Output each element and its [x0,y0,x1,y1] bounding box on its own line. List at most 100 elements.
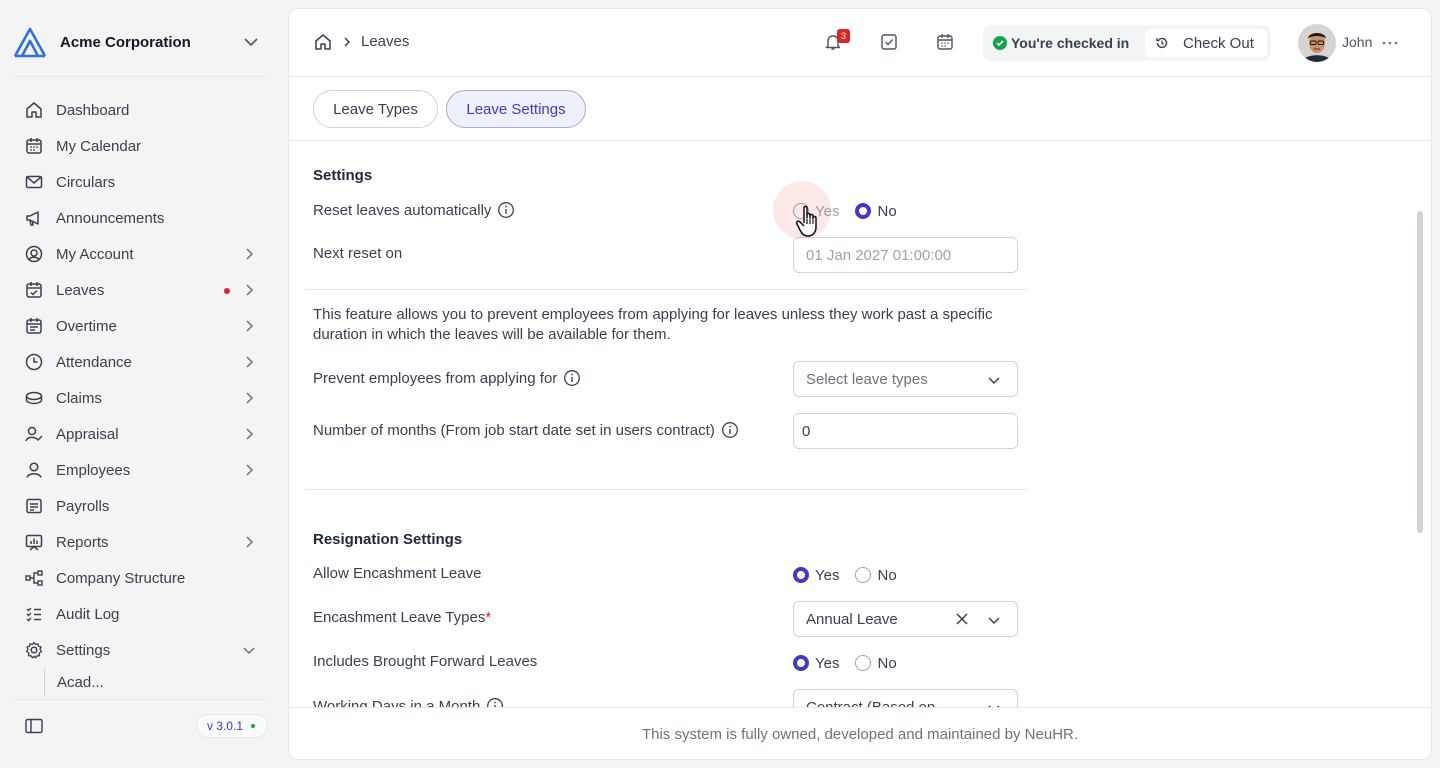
radio-circle[interactable] [855,655,872,671]
sidebar-item-label: Announcements [56,209,165,227]
footer: This system is fully owned, developed an… [289,707,1431,759]
sidebar-item-leaves[interactable]: Leaves [14,272,268,308]
chevron-down-icon [988,377,1000,385]
select-value: Annual Leave [806,610,898,628]
calendar-clock-icon [26,318,42,334]
tab-bar: Leave Types Leave Settings [289,77,1431,141]
sidebar-item-circulars[interactable]: Circulars [14,164,268,200]
sidebar-item-label: Appraisal [56,425,119,443]
sidebar-item-attendance[interactable]: Attendance [14,344,268,380]
reset-leaves-no[interactable]: No [855,202,897,220]
user-check-icon [25,426,43,442]
sidebar-item-company-structure[interactable]: Company Structure [14,560,268,596]
prevent-applying-label: Prevent employees from applying for [313,369,581,387]
radio-circle-selected[interactable] [793,655,809,671]
section-title: Resignation Settings [313,531,463,548]
user-icon [26,462,42,478]
working-days-label: Working Days in a Month [313,697,504,707]
sidebar-item-employees[interactable]: Employees [14,452,268,488]
user-photo-icon [1298,24,1336,62]
company-logo-icon [13,27,47,58]
tab-leave-types[interactable]: Leave Types [313,90,438,128]
brought-forward-radio-group: Yes No [793,653,897,673]
chevron-right-icon [246,428,254,440]
leave-types-select[interactable]: Select leave types [793,361,1018,397]
coins-icon [25,391,43,405]
org-switcher[interactable]: Acme Corporation [12,24,270,60]
hand-pointer-icon [796,205,817,237]
sidebar-item-label: Overtime [56,317,117,335]
encashment-types-select[interactable]: Annual Leave [793,601,1018,637]
allow-encashment-radio-group: Yes No [793,565,897,585]
gear-icon [25,641,43,659]
sidebar-item-dashboard[interactable]: Dashboard [14,92,268,128]
sidebar-item-settings[interactable]: Settings [14,632,268,668]
sidebar-item-my-account[interactable]: My Account [14,236,268,272]
avatar[interactable] [1298,24,1336,62]
version-badge: v 3.0.1 [195,714,268,738]
topbar: Leaves 3 You're checked in Check Out Joh… [289,9,1431,77]
required-mark: * [485,609,492,626]
sidebar-subitem[interactable]: Acad... [44,668,268,696]
sidebar-item-label: Attendance [56,353,132,371]
info-icon[interactable] [721,421,739,439]
sidebar-item-appraisal[interactable]: Appraisal [14,416,268,452]
home-icon[interactable] [313,32,333,52]
sidebar-item-my-calendar[interactable]: My Calendar [14,128,268,164]
divider [305,489,1026,490]
radio-label: No [877,202,897,220]
version-label: v 3.0.1 [206,719,243,733]
sidebar-item-label: Leaves [56,281,105,299]
sidebar-item-overtime[interactable]: Overtime [14,308,268,344]
radio-label: No [877,566,897,584]
brought-forward-yes[interactable]: Yes [793,655,839,672]
encashment-types-text: Encashment Leave Types [313,609,486,626]
chevron-right-icon [246,248,254,260]
scrollbar[interactable] [1417,211,1423,533]
feature-description: This feature allows you to prevent emplo… [313,306,993,343]
info-icon[interactable] [497,201,515,219]
megaphone-icon [26,211,39,226]
calendar-icon[interactable] [935,32,955,52]
chart-icon [25,534,43,551]
info-icon[interactable] [486,697,504,707]
months-text: Number of months (From job start date se… [313,421,715,439]
brought-forward-no[interactable]: No [855,655,897,672]
calendar-check-icon [26,282,42,298]
working-days-select[interactable]: Contract (Based on... [793,689,1018,707]
notification-badge: 3 [837,29,850,43]
section-title: Settings [313,167,373,184]
main-panel: Leaves 3 You're checked in Check Out Joh… [288,8,1432,760]
sidebar-item-reports[interactable]: Reports [14,524,268,560]
hierarchy-icon [25,570,43,586]
tasks-icon[interactable] [879,32,899,52]
allow-encashment-yes[interactable]: Yes [793,567,839,584]
radio-label: Yes [815,654,840,672]
radio-circle[interactable] [855,567,872,583]
allow-encashment-no[interactable]: No [855,566,897,584]
prevent-applying-text: Prevent employees from applying for [313,369,558,387]
info-icon[interactable] [563,369,581,387]
user-name[interactable]: John [1342,34,1372,50]
home-icon [26,102,42,118]
sidebar-item-label: Audit Log [56,605,120,623]
close-icon[interactable] [955,612,969,626]
breadcrumb[interactable]: Leaves [361,33,409,50]
next-reset-label: Next reset on [313,245,403,262]
radio-circle-selected[interactable] [793,567,809,583]
check-out-button[interactable]: Check Out [1145,29,1267,57]
tab-leave-settings[interactable]: Leave Settings [446,90,586,128]
sidebar-item-claims[interactable]: Claims [14,380,268,416]
radio-circle-selected[interactable] [855,203,872,219]
clock-icon [25,353,43,371]
sidebar-item-label: Dashboard [56,101,130,119]
sidebar: Acme Corporation Dashboard My Calendar C… [0,0,280,768]
more-horizontal-icon[interactable] [1382,41,1398,45]
months-input[interactable]: 0 [793,413,1018,449]
sidebar-item-payrolls[interactable]: Payrolls [14,488,268,524]
brought-forward-label: Includes Brought Forward Leaves [313,653,538,670]
sidebar-toggle-icon[interactable] [24,716,44,736]
sidebar-item-announcements[interactable]: Announcements [14,200,268,236]
sidebar-item-audit-log[interactable]: Audit Log [14,596,268,632]
next-reset-field[interactable]: 01 Jan 2027 01:00:00 [793,237,1018,273]
